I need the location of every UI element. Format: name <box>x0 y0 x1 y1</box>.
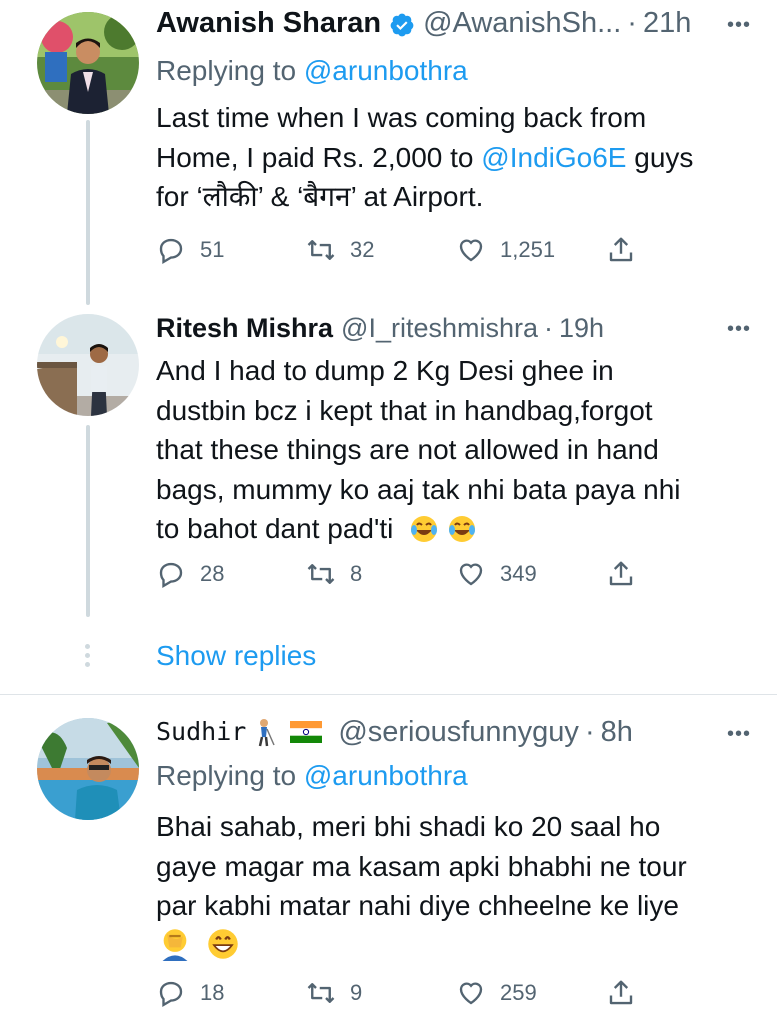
like-icon <box>459 239 483 262</box>
timestamp[interactable]: 19h <box>559 309 604 347</box>
timestamp[interactable]: 8h <box>601 713 633 751</box>
tweet-text-span: Home, I paid Rs. 2,000 to <box>156 141 474 173</box>
share-icon <box>609 980 633 1005</box>
laughing-tears-emoji-icon <box>448 516 475 542</box>
tweet-text-line: And I had to dump 2 Kg Desi ghee in <box>156 355 614 386</box>
thread-line <box>86 425 90 617</box>
reply-count: 28 <box>200 561 225 586</box>
reply-count: 51 <box>200 237 225 262</box>
tweet-text-span: guys <box>634 141 694 173</box>
mention-indigo[interactable]: @IndiGo6E <box>481 142 626 173</box>
retweet-count: 32 <box>350 237 375 262</box>
like-button[interactable]: 1,251 <box>456 232 555 268</box>
tweet-actions: 18 9 259 <box>156 975 656 1011</box>
retweet-count: 9 <box>350 980 363 1005</box>
replying-to: Replying to @arunbothra <box>156 757 757 795</box>
display-name[interactable]: Sudhir <box>156 713 246 751</box>
separator: · <box>584 716 595 748</box>
tweet-text: Last time when I was coming back from Ho… <box>156 98 757 217</box>
thread-line <box>86 120 90 305</box>
display-name[interactable]: Ritesh Mishra <box>156 309 333 347</box>
tweet-text-line: Last time when I was coming back from <box>156 102 647 133</box>
retweet-icon <box>307 564 335 584</box>
handle[interactable]: @AwanishSh... <box>423 4 621 42</box>
replying-to-prefix: Replying to <box>156 55 297 86</box>
tweet-actions: 28 8 349 <box>156 556 656 592</box>
replying-to-mention[interactable]: @arunbothra <box>304 55 468 86</box>
display-name[interactable]: Awanish Sharan <box>156 4 381 42</box>
like-count: 259 <box>500 980 537 1005</box>
handle[interactable]: @I_riteshmishra <box>341 309 538 347</box>
share-button[interactable] <box>606 975 636 1011</box>
tweet-text-line: for ‘लौकी’ & ‘बैगन’ at Airport. <box>156 181 484 212</box>
golfer-emoji-icon <box>259 719 275 747</box>
separator: · <box>544 313 554 343</box>
reply-icon <box>159 562 183 588</box>
share-icon <box>609 237 633 262</box>
india-flag-icon <box>290 721 323 743</box>
thread-dots <box>85 644 91 671</box>
replying-to-prefix: Replying to <box>156 760 297 791</box>
share-icon <box>609 561 633 586</box>
tweet-text-line: to bahot dant pad'ti <box>156 509 757 549</box>
more-icon[interactable]: ••• <box>727 318 751 341</box>
like-count: 349 <box>500 561 537 586</box>
reply-count: 18 <box>200 980 225 1005</box>
tweet-header: Ritesh Mishra @I_riteshmishra · 19h <box>156 309 757 347</box>
tweet-text-line: Home, I paid Rs. 2,000 to @IndiGo6E guys <box>156 138 757 178</box>
tweet-text-line: dustbin bcz i kept that in handbag,forgo… <box>156 394 653 426</box>
tweet-text-line: Bhai sahab, meri bhi shadi ko 20 saal ho <box>156 811 661 842</box>
avatar-ritesh[interactable] <box>37 314 139 416</box>
reply-icon <box>159 981 183 1007</box>
tweet-header: Sudhir @seriousfunnyguy · 8h <box>156 713 757 751</box>
avatar-awanish[interactable] <box>37 12 139 114</box>
reply-icon <box>159 238 183 264</box>
tweet-text: And I had to dump 2 Kg Desi ghee in dust… <box>156 351 757 549</box>
more-icon[interactable]: ••• <box>727 723 751 746</box>
retweet-button[interactable]: 8 <box>306 556 362 592</box>
share-button[interactable] <box>606 556 636 592</box>
retweet-icon <box>307 240 335 260</box>
tweet-actions: 51 32 1,251 <box>156 232 656 268</box>
facepalm-emoji-icon <box>162 928 188 961</box>
tweet-text-line: that these things are not allowed in han… <box>156 434 659 465</box>
retweet-button[interactable]: 32 <box>306 232 374 268</box>
tweet-text-line: gaye magar ma kasam apki bhabhi ne tour <box>156 850 687 882</box>
tweet-awanish[interactable]: Awanish Sharan @AwanishSh... · 21h Reply… <box>0 0 777 305</box>
tweet-text-line: bags, mummy ko aaj tak nhi bata paya nhi <box>156 473 681 505</box>
show-replies-link[interactable]: Show replies <box>156 641 316 671</box>
tweet-header: Awanish Sharan @AwanishSh... · 21h <box>156 4 757 42</box>
reply-button[interactable]: 18 <box>156 975 224 1011</box>
handle[interactable]: @seriousfunnyguy <box>338 713 579 751</box>
replying-to: Replying to @arunbothra <box>156 52 757 90</box>
tweet-text-line <box>156 926 757 966</box>
timestamp[interactable]: 21h <box>643 4 691 42</box>
reply-button[interactable]: 51 <box>156 232 224 268</box>
like-icon <box>459 982 483 1005</box>
tweet-text: Bhai sahab, meri bhi shadi ko 20 saal ho… <box>156 807 757 965</box>
retweet-icon <box>307 983 335 1003</box>
like-count: 1,251 <box>500 237 556 262</box>
more-icon[interactable]: ••• <box>727 14 751 37</box>
share-button[interactable] <box>606 232 636 268</box>
reply-button[interactable]: 28 <box>156 556 224 592</box>
retweet-count: 8 <box>350 561 363 586</box>
laughing-tears-emoji-icon <box>411 516 438 542</box>
separator: · <box>627 7 637 39</box>
tweet-sudhir[interactable]: Sudhir @seriousfunnyguy · 8h Replying to… <box>0 695 777 1024</box>
tweet-text-line: par kabhi matar nahi diye chheelne ke li… <box>156 890 679 921</box>
avatar-sudhir[interactable] <box>37 718 139 820</box>
like-button[interactable]: 349 <box>456 556 537 592</box>
like-button[interactable]: 259 <box>456 975 537 1011</box>
tweet-text-span: to bahot dant pad'ti <box>156 513 394 544</box>
verified-badge-icon <box>389 10 415 37</box>
replying-to-mention[interactable]: @arunbothra <box>304 760 468 791</box>
tweet-ritesh[interactable]: Ritesh Mishra @I_riteshmishra · 19h And … <box>0 300 777 695</box>
like-icon <box>459 563 483 586</box>
grinning-emoji-icon <box>208 928 238 959</box>
retweet-button[interactable]: 9 <box>306 975 362 1011</box>
